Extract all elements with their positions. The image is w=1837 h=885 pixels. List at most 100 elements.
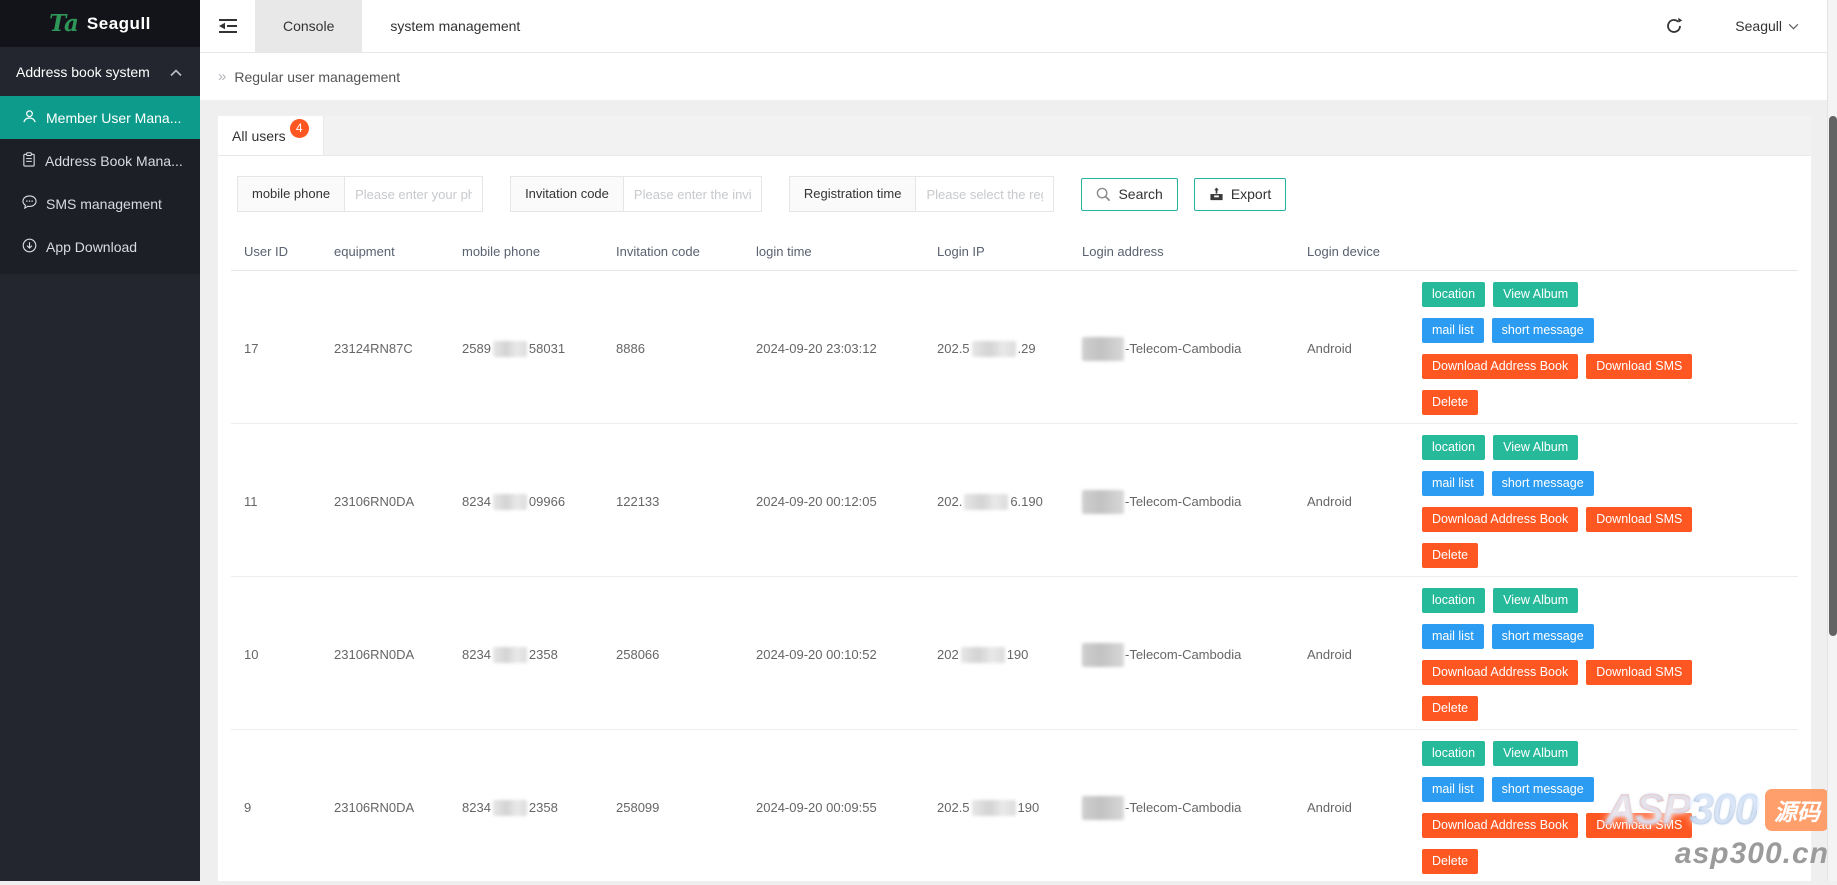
sidebar-item-member-user-management[interactable]: Member User Mana... (0, 96, 200, 139)
short-message-button[interactable]: short message (1492, 471, 1594, 496)
logo: Ta Seagull (0, 0, 200, 47)
short-message-button[interactable]: short message (1492, 318, 1594, 343)
cell-equipment: 23124RN87C (321, 271, 449, 426)
download-sms-button[interactable]: Download SMS (1586, 660, 1692, 685)
scrollbar-thumb[interactable] (1829, 116, 1837, 636)
tab-strip: All users 4 (218, 116, 1811, 156)
delete-button[interactable]: Delete (1422, 849, 1478, 874)
cell-mobile-phone: 82342358 (449, 730, 603, 885)
location-button[interactable]: location (1422, 741, 1485, 766)
export-icon (1209, 187, 1224, 202)
chevron-up-icon (170, 64, 182, 80)
invitation-code-input[interactable] (624, 176, 762, 212)
cell-login-time: 2024-09-20 00:09:55 (743, 730, 924, 885)
location-button[interactable]: location (1422, 282, 1485, 307)
column-header-login-address: Login address (1069, 233, 1294, 270)
mail-list-button[interactable]: mail list (1422, 624, 1484, 649)
export-button[interactable]: Export (1194, 178, 1286, 211)
table-body: 1723124RN87C25895803188862024-09-20 23:0… (231, 271, 1798, 883)
cell-login-device: Android (1294, 424, 1419, 579)
delete-button[interactable]: Delete (1422, 390, 1478, 415)
topbar: Console system management Seagull (200, 0, 1827, 53)
column-header-actions (1419, 233, 1798, 270)
download-sms-button[interactable]: Download SMS (1586, 507, 1692, 532)
redacted-blur (1082, 337, 1124, 361)
cell-user-id: 9 (231, 730, 321, 885)
download-address-book-button[interactable]: Download Address Book (1422, 507, 1578, 532)
download-address-book-button[interactable]: Download Address Book (1422, 660, 1578, 685)
download-sms-button[interactable]: Download SMS (1586, 813, 1692, 838)
tab-console[interactable]: Console (255, 0, 362, 52)
cell-mobile-phone: 258958031 (449, 271, 603, 426)
cell-login-address: -Telecom-Cambodia (1069, 577, 1294, 732)
cell-actions: location View Album mail list short message… (1419, 730, 1798, 885)
topbar-right: Seagull (1665, 0, 1827, 52)
redacted-blur (493, 341, 527, 357)
column-header-user-id: User ID (231, 233, 321, 270)
sidebar-item-address-book-management[interactable]: Address Book Mana... (0, 139, 200, 182)
view-album-button[interactable]: View Album (1493, 435, 1578, 460)
mail-list-button[interactable]: mail list (1422, 777, 1484, 802)
cell-invitation-code: 122133 (603, 424, 743, 579)
view-album-button[interactable]: View Album (1493, 588, 1578, 613)
refresh-icon[interactable] (1665, 17, 1683, 35)
sidebar-item-sms-management[interactable]: SMS management (0, 182, 200, 225)
cell-login-device: Android (1294, 577, 1419, 732)
table-row: 1723124RN87C25895803188862024-09-20 23:0… (231, 271, 1798, 424)
cell-login-ip: 202190 (924, 577, 1069, 732)
sidebar-item-app-download[interactable]: App Download (0, 225, 200, 268)
registration-time-input[interactable] (916, 176, 1054, 212)
chevron-down-icon (1788, 23, 1799, 30)
mail-list-button[interactable]: mail list (1422, 471, 1484, 496)
cell-actions: location View Album mail list short message… (1419, 577, 1798, 732)
table-header: User ID equipment mobile phone Invitatio… (231, 233, 1798, 271)
download-address-book-button[interactable]: Download Address Book (1422, 813, 1578, 838)
cell-login-device: Android (1294, 730, 1419, 885)
tab-system-management[interactable]: system management (362, 0, 548, 52)
breadcrumb-label: Regular user management (234, 69, 400, 85)
collapse-sidebar-icon[interactable] (200, 0, 255, 52)
cell-user-id: 17 (231, 271, 321, 426)
delete-button[interactable]: Delete (1422, 543, 1478, 568)
vertical-scrollbar[interactable] (1827, 0, 1837, 881)
cell-login-address: -Telecom-Cambodia (1069, 271, 1294, 426)
logo-mark: Ta (49, 10, 79, 37)
location-button[interactable]: location (1422, 588, 1485, 613)
download-address-book-button[interactable]: Download Address Book (1422, 354, 1578, 379)
short-message-button[interactable]: short message (1492, 777, 1594, 802)
download-icon (22, 238, 37, 256)
sidebar-section-address-book-system[interactable]: Address book system (0, 47, 200, 96)
sidebar-item-label: Address Book Mana... (45, 153, 183, 169)
view-album-button[interactable]: View Album (1493, 282, 1578, 307)
cell-invitation-code: 8886 (603, 271, 743, 426)
view-album-button[interactable]: View Album (1493, 741, 1578, 766)
sidebar-section-label: Address book system (16, 64, 150, 80)
cell-equipment: 23106RN0DA (321, 424, 449, 579)
cell-equipment: 23106RN0DA (321, 730, 449, 885)
short-message-button[interactable]: short message (1492, 624, 1594, 649)
count-badge: 4 (290, 119, 309, 138)
location-button[interactable]: location (1422, 435, 1485, 460)
tab-all-users[interactable]: All users 4 (218, 116, 324, 155)
logo-title: Seagull (87, 14, 151, 34)
column-header-login-ip: Login IP (924, 233, 1069, 270)
download-sms-button[interactable]: Download SMS (1586, 354, 1692, 379)
cell-equipment: 23106RN0DA (321, 577, 449, 732)
main-area: Console system management Seagull » Regu… (200, 0, 1827, 881)
sidebar-submenu: Member User Mana... Address Book Mana...… (0, 96, 200, 274)
table-row: 923106RN0DA823423582580992024-09-20 00:0… (231, 730, 1798, 883)
tab-all-users-label: All users (232, 128, 286, 144)
delete-button[interactable]: Delete (1422, 696, 1478, 721)
page-background: All users 4 mobile phone Invitation code… (200, 100, 1827, 881)
cell-mobile-phone: 823409966 (449, 424, 603, 579)
redacted-blur (493, 800, 527, 816)
sidebar-item-label: Member User Mana... (46, 110, 181, 126)
user-name: Seagull (1735, 18, 1782, 34)
filter-invitation-code: Invitation code (510, 176, 762, 212)
mail-list-button[interactable]: mail list (1422, 318, 1484, 343)
user-dropdown[interactable]: Seagull (1735, 18, 1799, 34)
redacted-blur (961, 647, 1005, 663)
mobile-phone-input[interactable] (345, 176, 483, 212)
search-button[interactable]: Search (1081, 178, 1177, 211)
cell-invitation-code: 258066 (603, 577, 743, 732)
